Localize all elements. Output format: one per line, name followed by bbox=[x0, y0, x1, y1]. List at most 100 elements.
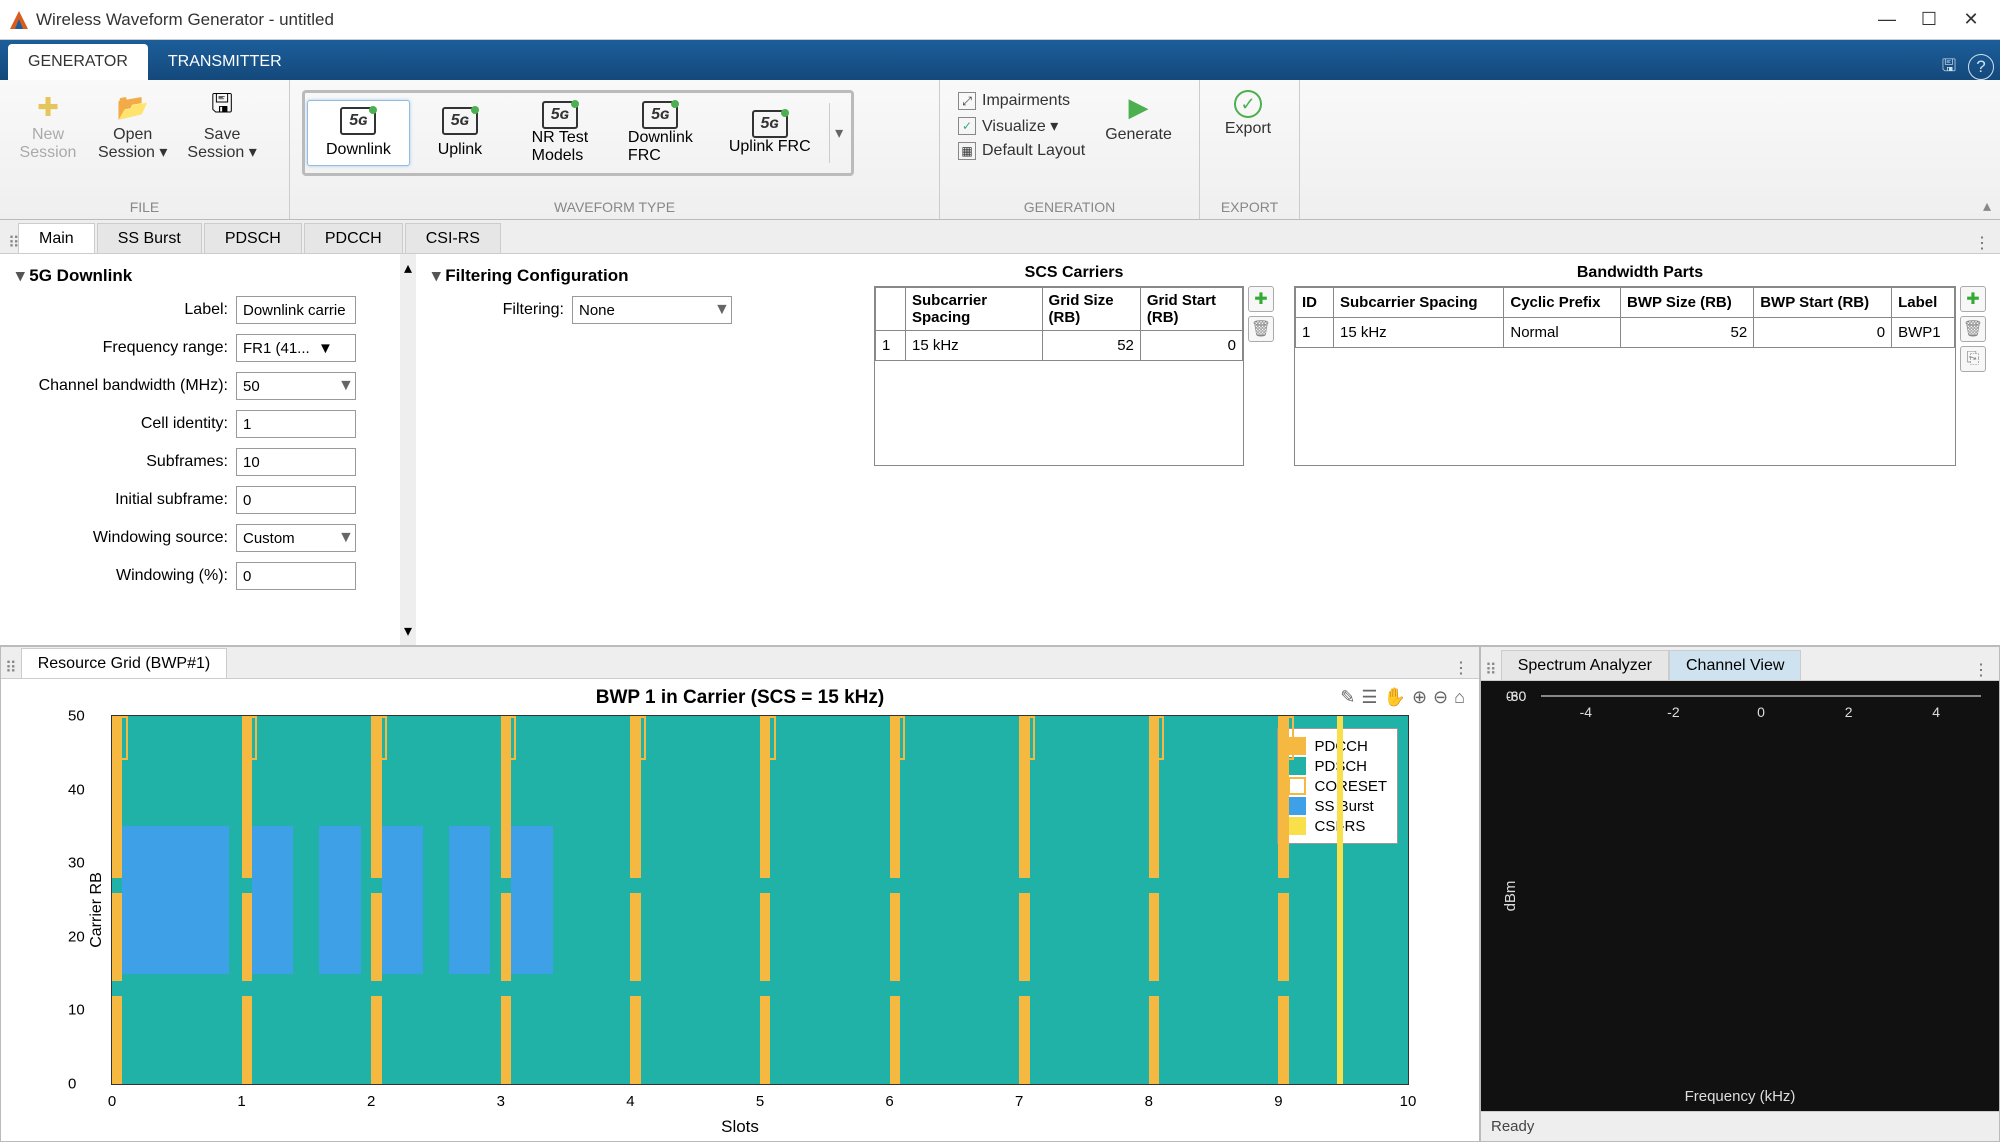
5g-icon: 5ɢ bbox=[442, 107, 478, 135]
check-circle-icon: ✓ bbox=[1234, 90, 1262, 118]
tab-pdsch[interactable]: PDSCH bbox=[204, 223, 302, 253]
waveform-ulfrc-button[interactable]: 5ɢ Uplink FRC bbox=[711, 104, 829, 162]
save-session-button[interactable]: 🖫 Save Session ▾ bbox=[177, 86, 266, 166]
label-subframes: Subframes: bbox=[16, 453, 236, 471]
visualize-menu[interactable]: ✓Visualize ▾ bbox=[958, 116, 1085, 136]
main-tab-bar: GENERATOR TRANSMITTER 🖫 ? bbox=[0, 40, 2000, 80]
cursor-icon[interactable]: ☰ bbox=[1361, 687, 1377, 708]
zoom-in-icon[interactable]: ⊕ bbox=[1412, 687, 1427, 708]
5g-icon: 5ɢ bbox=[642, 101, 678, 129]
chart-title: BWP 1 in Carrier (SCS = 15 kHz) bbox=[11, 687, 1469, 709]
tab-csirs[interactable]: CSI-RS bbox=[405, 223, 501, 253]
panel-overflow-icon[interactable]: ⋮ bbox=[1963, 660, 1999, 680]
status-bar: Ready bbox=[1481, 1111, 1999, 1141]
waveform-dropdown[interactable]: ▾ bbox=[829, 103, 849, 163]
filtering-select[interactable] bbox=[572, 296, 732, 324]
table-row: 115 kHz520 bbox=[876, 331, 1243, 361]
bwp-table[interactable]: IDSubcarrier SpacingCyclic PrefixBWP Siz… bbox=[1295, 287, 1955, 348]
tab-ssburst[interactable]: SS Burst bbox=[97, 223, 202, 253]
new-session-button: ✚ New Session bbox=[8, 86, 88, 166]
title-bar: Wireless Waveform Generator - untitled —… bbox=[0, 0, 2000, 40]
open-session-button[interactable]: 📂 Open Session ▾ bbox=[88, 86, 177, 166]
play-icon: ▶ bbox=[1122, 90, 1156, 124]
waveform-downlink-button[interactable]: 5ɢ Downlink bbox=[307, 100, 410, 166]
label-label: Label: bbox=[16, 301, 236, 319]
tab-generator[interactable]: GENERATOR bbox=[8, 44, 148, 80]
spec-x-label: Frequency (kHz) bbox=[1685, 1088, 1796, 1105]
initsf-input[interactable] bbox=[236, 486, 356, 514]
impairments-toggle[interactable]: ⤢Impairments bbox=[958, 92, 1085, 110]
5g-icon: 5ɢ bbox=[340, 107, 376, 135]
bwp-table-wrap: Bandwidth Parts IDSubcarrier SpacingCycl… bbox=[1294, 260, 1986, 639]
freqrange-select[interactable] bbox=[236, 334, 356, 362]
y-axis-label: Carrier RB bbox=[88, 872, 106, 948]
tab-pdcch[interactable]: PDCCH bbox=[304, 223, 403, 253]
app-logo-icon bbox=[8, 9, 30, 31]
group-label-export: EXPORT bbox=[1200, 199, 1299, 219]
tab-transmitter[interactable]: TRANSMITTER bbox=[148, 44, 302, 80]
resource-grid-panel: ⠿ Resource Grid (BWP#1) ⋮ BWP 1 in Carri… bbox=[0, 646, 1480, 1142]
resource-grid-chart[interactable]: PDCCH PDSCH CORESET SS Burst CSI-RS 0102… bbox=[111, 715, 1409, 1085]
section-5g-downlink[interactable]: 5G Downlink bbox=[16, 266, 384, 286]
scs-title: SCS Carriers bbox=[874, 260, 1274, 286]
scs-table[interactable]: Subcarrier SpacingGrid Size (RB)Grid Sta… bbox=[875, 287, 1243, 361]
label-bw: Channel bandwidth (MHz): bbox=[16, 377, 236, 395]
tab-resource-grid[interactable]: Resource Grid (BWP#1) bbox=[21, 648, 228, 678]
section-filtering[interactable]: Filtering Configuration bbox=[432, 266, 820, 286]
form-scrollbar[interactable]: ▴▾ bbox=[400, 254, 416, 645]
add-row-button[interactable]: ✚ bbox=[1248, 286, 1274, 312]
label-cell: Cell identity: bbox=[16, 415, 236, 433]
table-row: 115 kHzNormal520BWP1 bbox=[1296, 318, 1955, 348]
scs-carriers-table-wrap: SCS Carriers Subcarrier SpacingGrid Size… bbox=[874, 260, 1274, 639]
generate-button[interactable]: ▶ Generate bbox=[1095, 86, 1182, 148]
floppy-icon: 🖫 bbox=[205, 90, 239, 124]
folder-open-icon: 📂 bbox=[116, 90, 150, 124]
5g-icon: 5ɢ bbox=[752, 110, 788, 138]
add-row-button[interactable]: ✚ bbox=[1960, 286, 1986, 312]
window-title: Wireless Waveform Generator - untitled bbox=[36, 10, 1866, 30]
tab-main[interactable]: Main bbox=[18, 223, 95, 253]
config-area: 5G Downlink Label: Frequency range: Chan… bbox=[0, 254, 2000, 646]
tab-channel-view[interactable]: Channel View bbox=[1669, 650, 1801, 680]
delete-row-button[interactable]: 🗑 bbox=[1960, 316, 1986, 342]
pan-icon[interactable]: ✋ bbox=[1384, 687, 1406, 708]
save-icon[interactable]: 🖫 bbox=[1936, 54, 1962, 80]
home-icon[interactable]: ⌂ bbox=[1454, 687, 1465, 708]
plus-icon: ✚ bbox=[31, 90, 65, 124]
help-icon[interactable]: ? bbox=[1968, 54, 1994, 80]
spectrum-chart[interactable]: -60-300-4-2024 bbox=[1541, 695, 1981, 697]
label-winsrc: Windowing source: bbox=[16, 529, 236, 547]
waveform-dlfrc-button[interactable]: 5ɢ Downlink FRC bbox=[610, 95, 711, 171]
layout-icon: ▦ bbox=[958, 142, 976, 160]
5g-icon: 5ɢ bbox=[542, 101, 578, 129]
collapse-ribbon-icon[interactable]: ▴ bbox=[1978, 197, 1996, 215]
waveform-uplink-button[interactable]: 5ɢ Uplink bbox=[410, 101, 510, 165]
cell-input[interactable] bbox=[236, 410, 356, 438]
panel-overflow-icon[interactable]: ⋮ bbox=[1443, 658, 1479, 678]
tab-spectrum-analyzer[interactable]: Spectrum Analyzer bbox=[1501, 650, 1669, 680]
group-label-wave: WAVEFORM TYPE bbox=[290, 199, 939, 219]
ribbon: ✚ New Session 📂 Open Session ▾ 🖫 Save Se… bbox=[0, 80, 2000, 220]
copy-row-button[interactable]: ⎘ bbox=[1960, 346, 1986, 372]
export-button[interactable]: ✓ Export bbox=[1208, 86, 1288, 142]
form-5g-downlink: 5G Downlink Label: Frequency range: Chan… bbox=[0, 254, 400, 645]
zoom-out-icon[interactable]: ⊖ bbox=[1433, 687, 1448, 708]
close-button[interactable]: ✕ bbox=[1950, 2, 1992, 38]
minimize-button[interactable]: — bbox=[1866, 2, 1908, 38]
tab-overflow-icon[interactable]: ⋮ bbox=[1964, 233, 2000, 253]
group-label-file: FILE bbox=[0, 199, 289, 219]
chart-toolbar: ✎ ☰ ✋ ⊕ ⊖ ⌂ bbox=[1340, 687, 1465, 708]
brush-icon[interactable]: ✎ bbox=[1340, 687, 1355, 708]
spec-y-label: dBm bbox=[1502, 881, 1519, 912]
subframes-input[interactable] bbox=[236, 448, 356, 476]
maximize-button[interactable]: ☐ bbox=[1908, 2, 1950, 38]
winpct-input[interactable] bbox=[236, 562, 356, 590]
label-input[interactable] bbox=[236, 296, 356, 324]
default-layout-button[interactable]: ▦Default Layout bbox=[958, 142, 1085, 160]
checkbox-icon: ⤢ bbox=[958, 92, 976, 110]
bwp-title: Bandwidth Parts bbox=[1294, 260, 1986, 286]
config-tab-bar: ⠿ Main SS Burst PDSCH PDCCH CSI-RS ⋮ bbox=[0, 220, 2000, 254]
delete-row-button[interactable]: 🗑 bbox=[1248, 316, 1274, 342]
label-initsf: Initial subframe: bbox=[16, 491, 236, 509]
waveform-nrtest-button[interactable]: 5ɢ NR Test Models bbox=[510, 95, 610, 171]
